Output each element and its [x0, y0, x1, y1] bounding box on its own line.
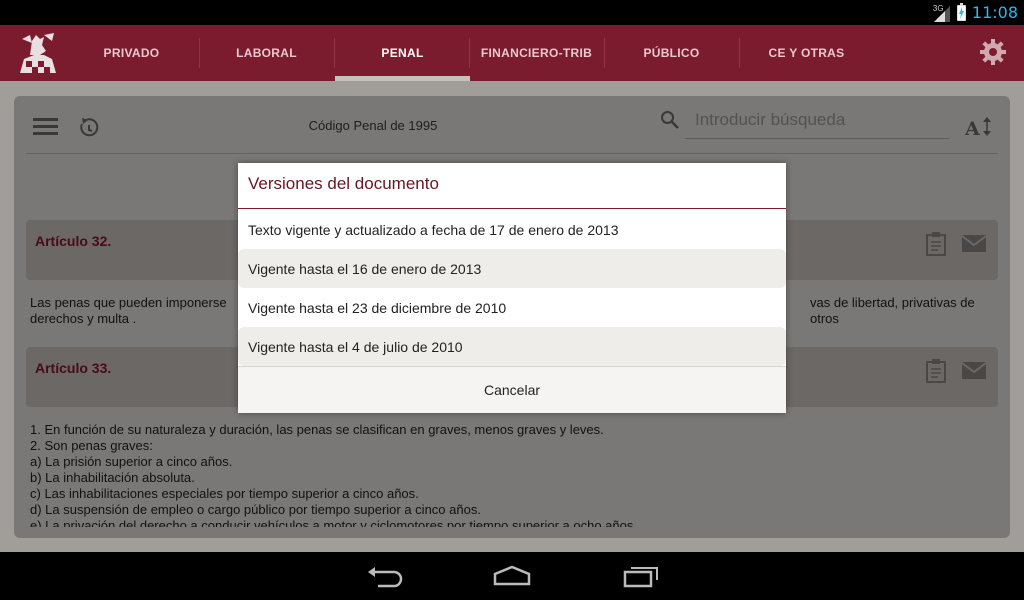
version-item[interactable]: Vigente hasta el 23 de diciembre de 2010	[238, 288, 786, 327]
article-title: Artículo 33.	[35, 360, 112, 376]
article-text-line: b) La inhabilitación absoluta.	[30, 470, 195, 485]
dialog-title: Versiones del documento	[238, 163, 786, 209]
app-logo	[20, 33, 56, 73]
mail-icon[interactable]	[962, 235, 986, 253]
version-item[interactable]: Vigente hasta el 4 de julio de 2010	[238, 327, 786, 366]
tab-publico[interactable]: PÚBLICO	[604, 25, 739, 81]
clipboard-icon[interactable]	[926, 359, 946, 383]
version-item[interactable]: Texto vigente y actualizado a fecha de 1…	[238, 210, 786, 249]
signal-icon: 3G	[933, 4, 951, 22]
clipboard-icon[interactable]	[926, 232, 946, 256]
svg-text:A: A	[965, 118, 980, 139]
home-icon[interactable]	[492, 564, 532, 588]
navigation-bar	[0, 552, 1024, 600]
search-icon[interactable]	[660, 110, 680, 130]
mail-icon[interactable]	[962, 362, 986, 380]
article-text-line: 1. En función de su naturaleza y duració…	[30, 422, 604, 437]
top-tab-bar: PRIVADO LABORAL PENAL FINANCIERO-TRIB PÚ…	[0, 25, 1024, 81]
tab-penal[interactable]: PENAL	[335, 25, 470, 81]
article-text-line: 2. Son penas graves:	[30, 438, 153, 453]
cancel-button[interactable]: Cancelar	[238, 366, 786, 413]
version-item[interactable]: Vigente hasta el 16 de enero de 2013	[238, 249, 786, 288]
document-title: Código Penal de 1995	[308, 118, 438, 133]
back-icon[interactable]	[364, 564, 404, 588]
battery-icon	[956, 2, 966, 21]
article-text-line: c) Las inhabilitaciones especiales por t…	[30, 486, 419, 501]
article-text-left: Las penas que pueden imponerse	[30, 295, 227, 310]
menu-icon[interactable]	[33, 117, 59, 137]
versions-dialog: Versiones del documento Texto vigente y …	[238, 163, 786, 413]
history-icon[interactable]	[78, 115, 100, 139]
gear-icon[interactable]	[980, 39, 1006, 65]
article-text-line: a) La prisión superior a cinco años.	[30, 454, 233, 469]
tab-ce-y-otras[interactable]: CE Y OTRAS	[739, 25, 874, 81]
tab-financiero-trib[interactable]: FINANCIERO-TRIB	[469, 25, 604, 81]
search-box	[685, 103, 949, 139]
article-text-line: d) La suspensión de empleo o cargo públi…	[30, 502, 481, 517]
search-input[interactable]	[695, 109, 945, 131]
toolbar-divider	[26, 153, 998, 154]
clock: 11:08	[971, 3, 1018, 22]
font-size-icon[interactable]: A	[965, 115, 993, 139]
status-bar: 3G 11:08	[0, 0, 1024, 25]
recent-apps-icon[interactable]	[621, 564, 661, 588]
tab-privado[interactable]: PRIVADO	[64, 25, 199, 81]
tab-laboral[interactable]: LABORAL	[199, 25, 334, 81]
article-text-line: e) La privación del derecho a conducir v…	[30, 518, 637, 527]
article-title: Artículo 32.	[35, 233, 112, 249]
article-body: 1. En función de su naturaleza y duració…	[30, 422, 1000, 527]
